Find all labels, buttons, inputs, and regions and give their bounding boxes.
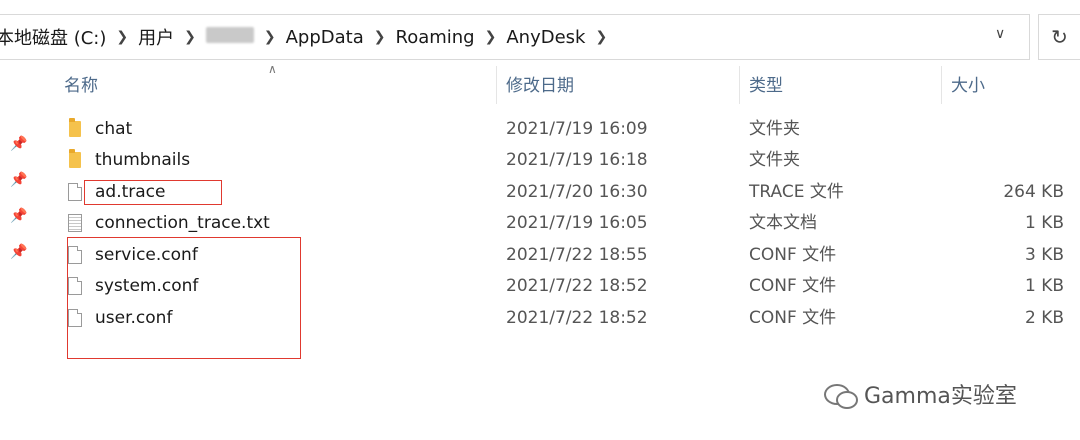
chevron-right-icon[interactable]: ❯	[595, 29, 607, 45]
file-modified: 2021/7/22 18:52	[506, 308, 648, 328]
file-modified: 2021/7/19 16:05	[506, 213, 648, 233]
breadcrumb-item-drive[interactable]: 本地磁盘 (C:)	[0, 24, 108, 50]
column-type[interactable]: 类型	[749, 66, 783, 104]
chevron-right-icon[interactable]: ❯	[116, 29, 128, 45]
column-size[interactable]: 大小	[951, 66, 985, 104]
column-divider[interactable]	[941, 66, 942, 104]
highlight-box-conf-files	[67, 237, 301, 359]
file-row[interactable]: thumbnails 2021/7/19 16:18 文件夹	[0, 145, 1080, 176]
breadcrumb-item-appdata[interactable]: AppData	[284, 27, 366, 48]
column-header: ∧ 名称 修改日期 类型 大小	[0, 62, 1080, 104]
file-icon	[68, 183, 82, 201]
file-size: 3 KB	[1024, 245, 1064, 265]
folder-icon	[69, 118, 81, 137]
file-type: CONF 文件	[749, 245, 837, 265]
sort-caret-icon: ∧	[268, 62, 277, 76]
file-size: 2 KB	[1024, 308, 1064, 328]
file-modified: 2021/7/19 16:09	[506, 119, 648, 139]
column-divider[interactable]	[496, 66, 497, 104]
folder-icon	[69, 149, 81, 168]
file-name: chat	[95, 119, 133, 139]
file-modified: 2021/7/22 18:52	[506, 276, 648, 296]
refresh-icon: ↻	[1051, 25, 1068, 49]
breadcrumb: 本地磁盘 (C:) ❯ 用户 ❯ ❯ AppData ❯ Roaming ❯ A…	[0, 24, 615, 50]
file-modified: 2021/7/20 16:30	[506, 182, 648, 202]
chevron-right-icon[interactable]: ❯	[485, 29, 497, 45]
file-size: 1 KB	[1024, 213, 1064, 233]
chevron-right-icon[interactable]: ❯	[264, 29, 276, 45]
breadcrumb-item-username-redacted[interactable]	[204, 26, 256, 48]
file-type: 文件夹	[749, 119, 800, 139]
file-name: thumbnails	[95, 150, 191, 170]
text-file-icon	[68, 214, 82, 232]
breadcrumb-item-users[interactable]: 用户	[136, 24, 176, 50]
breadcrumb-item-anydesk[interactable]: AnyDesk	[504, 27, 587, 48]
chevron-right-icon[interactable]: ❯	[184, 29, 196, 45]
breadcrumb-item-roaming[interactable]: Roaming	[394, 27, 477, 48]
file-row[interactable]: connection_trace.txt 2021/7/19 16:05 文本文…	[0, 208, 1080, 239]
watermark-text: Gamma实验室	[864, 384, 1017, 409]
watermark: Gamma实验室	[822, 378, 1017, 410]
address-bar[interactable]: 本地磁盘 (C:) ❯ 用户 ❯ ❯ AppData ❯ Roaming ❯ A…	[0, 14, 1030, 60]
file-type: CONF 文件	[749, 276, 837, 296]
file-size: 1 KB	[1024, 276, 1064, 296]
file-type: 文本文档	[749, 213, 817, 233]
file-size: 264 KB	[1003, 182, 1064, 202]
column-name[interactable]: 名称	[64, 66, 98, 104]
column-divider[interactable]	[739, 66, 740, 104]
refresh-button[interactable]: ↻	[1038, 14, 1080, 60]
file-type: TRACE 文件	[749, 182, 844, 202]
file-type: CONF 文件	[749, 308, 837, 328]
wechat-icon	[822, 380, 858, 409]
file-modified: 2021/7/19 16:18	[506, 150, 648, 170]
file-name: connection_trace.txt	[95, 213, 270, 233]
chevron-right-icon[interactable]: ❯	[374, 29, 386, 45]
chevron-down-icon[interactable]: ∨	[995, 26, 1015, 46]
file-type: 文件夹	[749, 150, 800, 170]
file-modified: 2021/7/22 18:55	[506, 245, 648, 265]
file-row[interactable]: chat 2021/7/19 16:09 文件夹	[0, 114, 1080, 145]
column-modified[interactable]: 修改日期	[506, 66, 574, 104]
highlight-box-ad-trace	[84, 180, 222, 205]
